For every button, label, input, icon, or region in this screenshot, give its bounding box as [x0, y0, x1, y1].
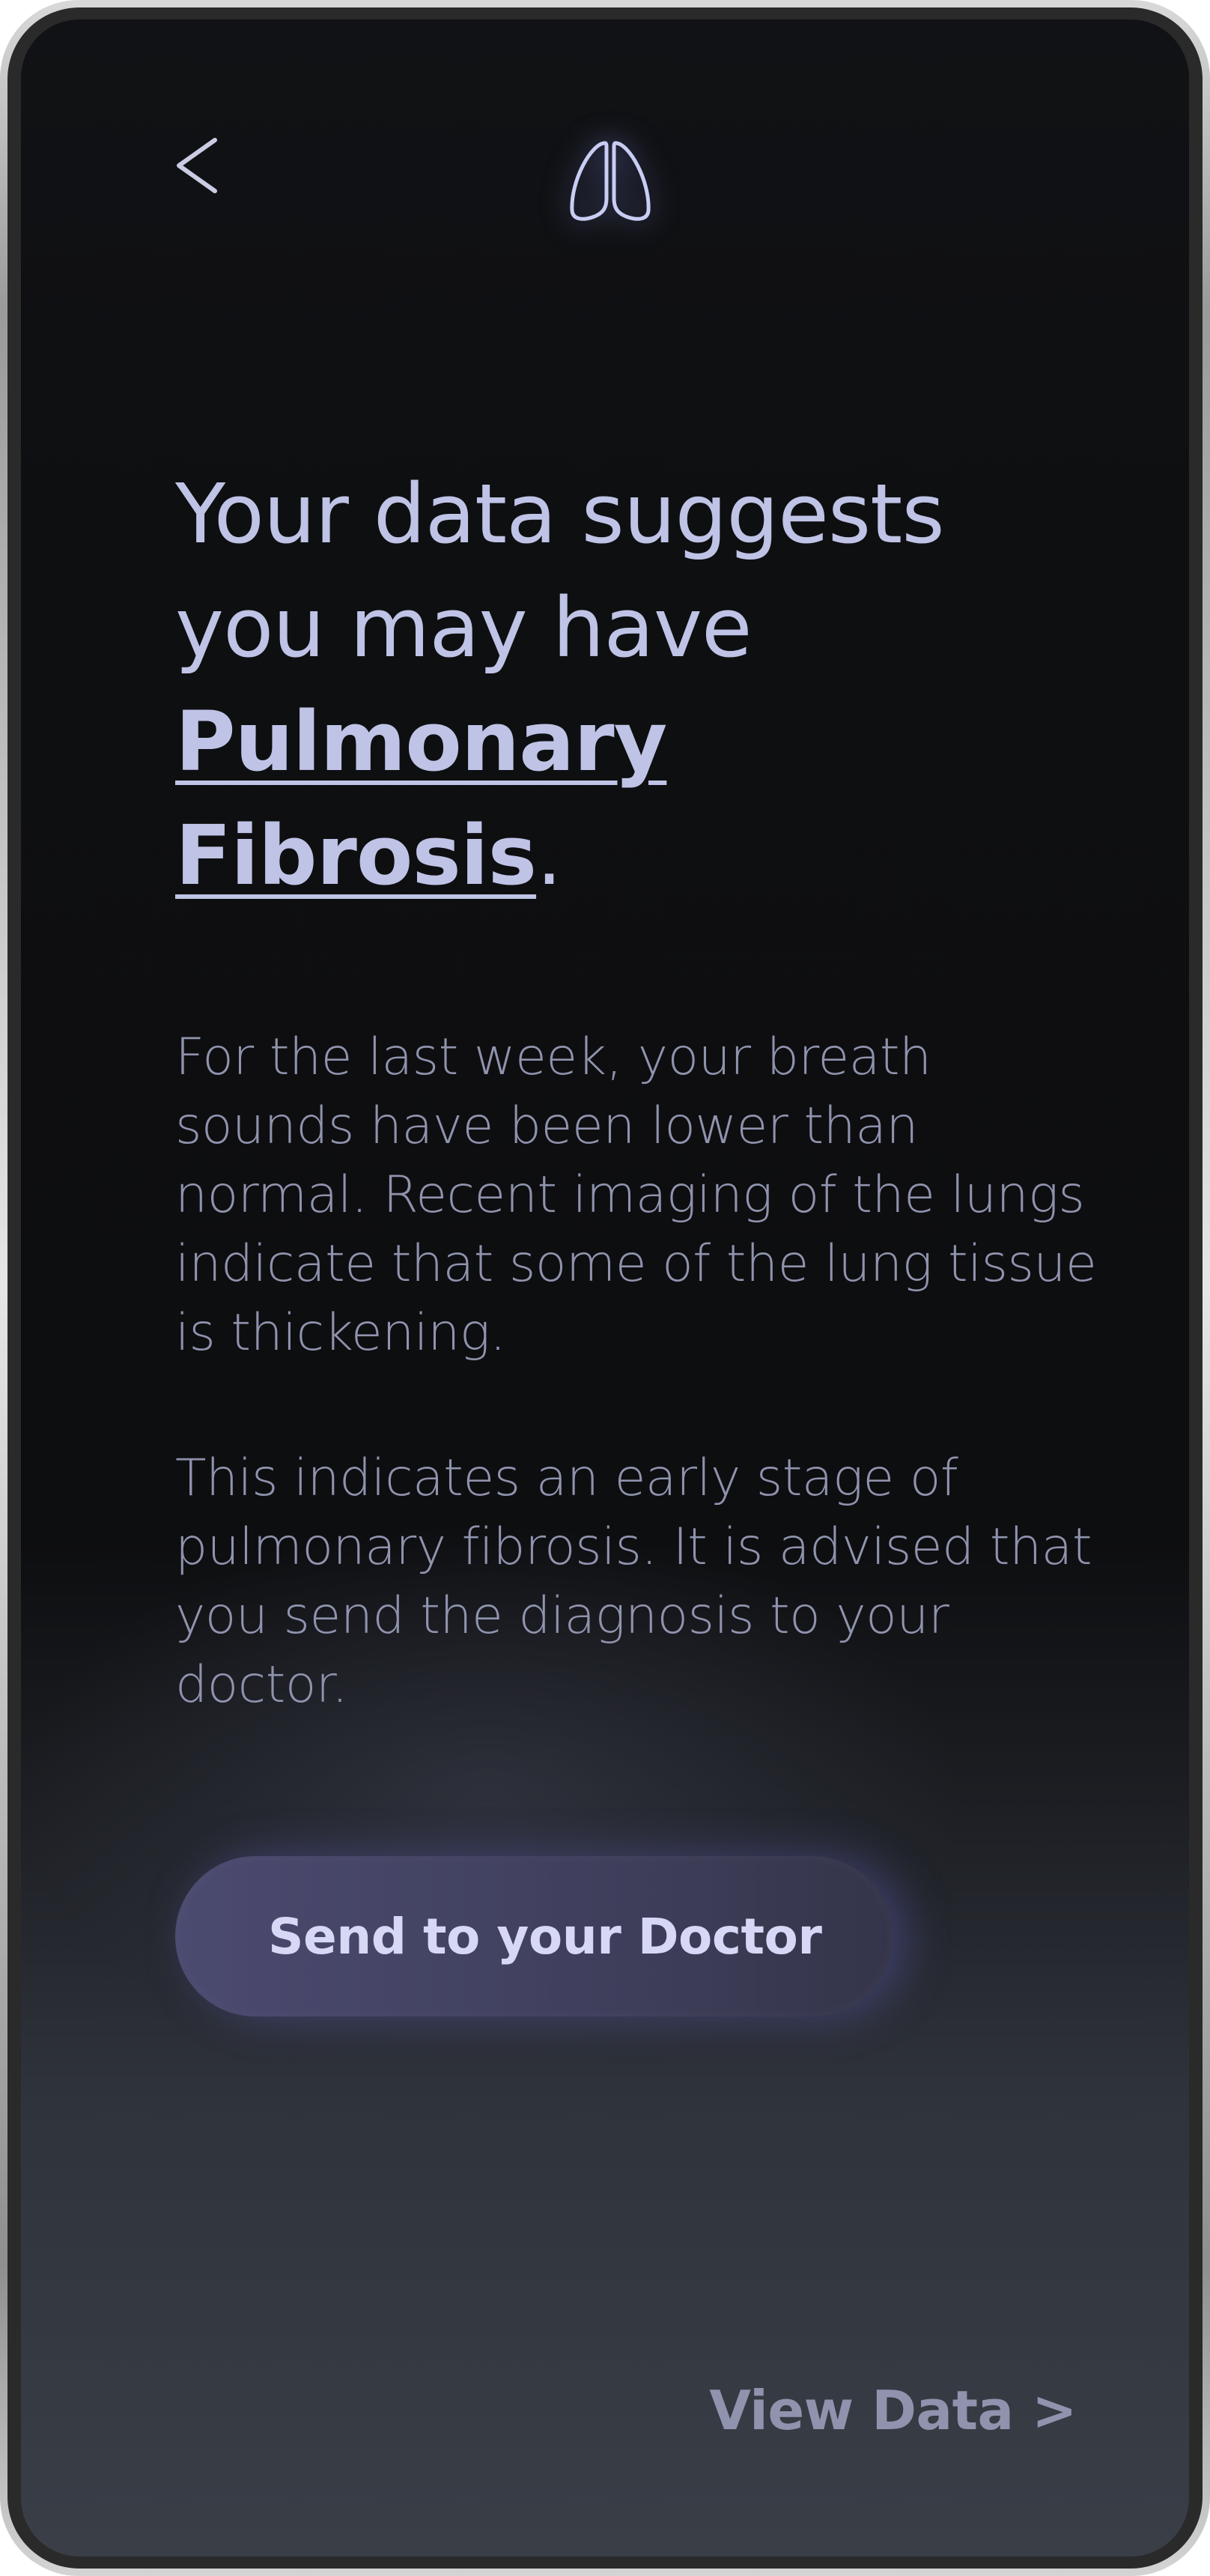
- lungs-icon: [570, 141, 651, 221]
- lungs-logo: [554, 124, 666, 237]
- advice-paragraph: This indicates an early stage of pulmona…: [175, 1449, 1092, 1715]
- headline-suffix: .: [536, 807, 562, 903]
- send-to-doctor-label: Send to your Doctor: [268, 1907, 822, 1966]
- back-button[interactable]: [163, 132, 231, 199]
- diagnosis-link[interactable]: Pulmonary Fibrosis: [175, 694, 667, 903]
- send-to-doctor-button[interactable]: Send to your Doctor: [175, 1856, 893, 2016]
- findings-paragraph: For the last week, your breath sounds ha…: [175, 1028, 1097, 1363]
- view-data-link[interactable]: View Data >: [709, 2379, 1077, 2442]
- headline-prefix: Your data suggests you may have: [175, 466, 945, 676]
- page-title: Your data suggests you may have Pulmonar…: [175, 457, 1074, 912]
- screen: Your data suggests you may have Pulmonar…: [21, 19, 1189, 2557]
- chevron-left-icon: [177, 138, 217, 193]
